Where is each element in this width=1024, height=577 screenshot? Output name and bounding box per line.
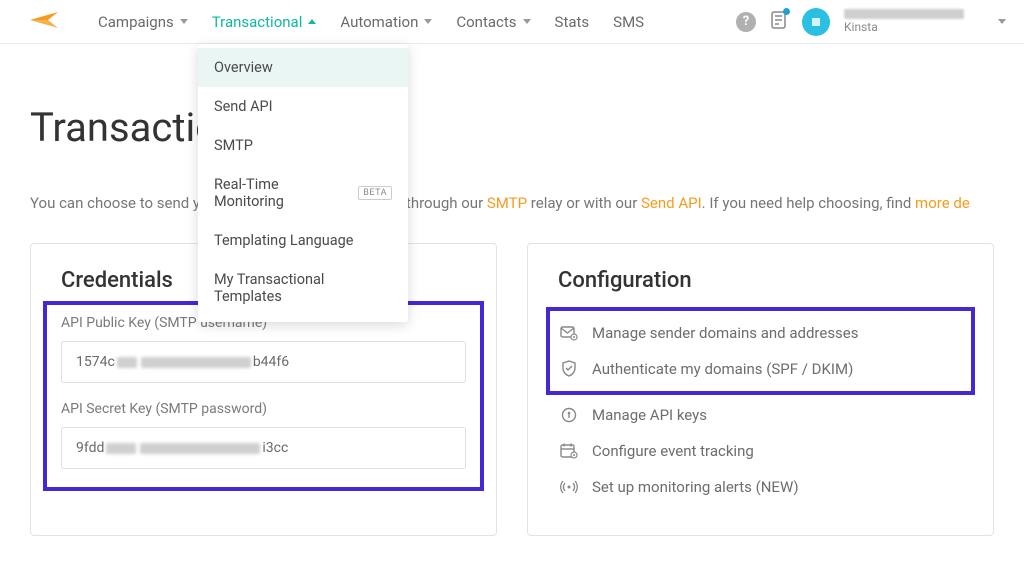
intro-text: relay or with our bbox=[527, 194, 641, 212]
config-label: Set up monitoring alerts (NEW) bbox=[592, 478, 799, 496]
dropdown-item-overview[interactable]: Overview bbox=[198, 48, 408, 87]
configuration-card: Configuration Manage sender domains and … bbox=[527, 243, 994, 536]
help-icon[interactable]: ? bbox=[736, 12, 756, 32]
notifications-icon[interactable] bbox=[770, 10, 788, 34]
page-content: Transactional You can choose to send you… bbox=[0, 44, 1024, 536]
account-menu[interactable]: Kinsta bbox=[844, 9, 964, 34]
nav-label: SMS bbox=[613, 13, 644, 31]
chevron-down-icon bbox=[180, 19, 188, 24]
primary-nav: Campaigns Transactional Automation Conta… bbox=[86, 0, 656, 44]
antenna-icon bbox=[560, 479, 578, 495]
key-suffix: b44f6 bbox=[253, 354, 289, 370]
config-item-auth[interactable]: Authenticate my domains (SPF / DKIM) bbox=[558, 351, 963, 387]
logo bbox=[30, 9, 64, 35]
intro-text: . If you need help choosing, find bbox=[702, 194, 915, 212]
key-prefix: 9fdd bbox=[76, 440, 104, 456]
key-icon bbox=[560, 407, 578, 423]
config-list: Manage sender domains and addresses Auth… bbox=[558, 315, 963, 505]
config-item-domains[interactable]: Manage sender domains and addresses bbox=[558, 315, 963, 351]
dropdown-item-realtime[interactable]: Real-Time Monitoring BETA bbox=[198, 165, 408, 221]
redacted-segment bbox=[117, 357, 137, 368]
dropdown-label: Real-Time Monitoring bbox=[214, 176, 350, 210]
account-name-redacted bbox=[844, 9, 964, 19]
config-item-alerts[interactable]: Set up monitoring alerts (NEW) bbox=[558, 469, 963, 505]
shield-check-icon bbox=[560, 360, 578, 378]
account-org: Kinsta bbox=[844, 21, 964, 34]
topbar-right: ? Kinsta bbox=[736, 8, 1006, 36]
nav-label: Stats bbox=[555, 13, 590, 31]
config-label: Manage API keys bbox=[592, 406, 707, 424]
mail-cog-icon bbox=[560, 325, 578, 341]
dropdown-item-smtp[interactable]: SMTP bbox=[198, 126, 408, 165]
cards-row: Credentials API Public Key (SMTP usernam… bbox=[30, 243, 994, 536]
transactional-dropdown: Overview Send API SMTP Real-Time Monitor… bbox=[198, 44, 408, 322]
key-suffix: i3cc bbox=[262, 440, 288, 456]
config-label: Authenticate my domains (SPF / DKIM) bbox=[592, 360, 853, 378]
nav-label: Contacts bbox=[456, 13, 516, 31]
avatar[interactable] bbox=[802, 8, 830, 36]
secret-key-field[interactable]: 9fdd i3cc bbox=[61, 427, 466, 469]
send-api-link[interactable]: Send API bbox=[641, 194, 702, 212]
dropdown-item-send-api[interactable]: Send API bbox=[198, 87, 408, 126]
config-label: Manage sender domains and addresses bbox=[592, 324, 859, 342]
topbar: Campaigns Transactional Automation Conta… bbox=[0, 0, 1024, 44]
notification-dot-icon bbox=[783, 8, 790, 15]
chevron-down-icon bbox=[523, 19, 531, 24]
chevron-down-icon[interactable] bbox=[998, 19, 1006, 24]
page-title: Transactional bbox=[30, 104, 994, 151]
dropdown-item-templates[interactable]: My Transactional Templates bbox=[198, 260, 408, 316]
smtp-link[interactable]: SMTP bbox=[487, 194, 527, 212]
secret-key-label: API Secret Key (SMTP password) bbox=[61, 401, 466, 417]
chevron-up-icon bbox=[308, 19, 316, 24]
dropdown-label: Send API bbox=[214, 98, 273, 115]
chevron-down-icon bbox=[424, 19, 432, 24]
nav-label: Automation bbox=[340, 13, 418, 31]
credentials-highlight: API Public Key (SMTP username) 1574c b44… bbox=[47, 305, 480, 487]
redacted-segment bbox=[106, 443, 136, 454]
calendar-cog-icon bbox=[560, 443, 578, 459]
config-item-tracking[interactable]: Configure event tracking bbox=[558, 433, 963, 469]
nav-automation[interactable]: Automation bbox=[328, 0, 444, 44]
dropdown-label: SMTP bbox=[214, 137, 253, 154]
nav-sms[interactable]: SMS bbox=[601, 0, 656, 44]
nav-campaigns[interactable]: Campaigns bbox=[86, 0, 200, 44]
configuration-title: Configuration bbox=[558, 268, 963, 293]
nav-label: Transactional bbox=[212, 13, 303, 31]
beta-badge: BETA bbox=[358, 186, 392, 200]
redacted-segment bbox=[140, 443, 260, 454]
config-highlight: Manage sender domains and addresses Auth… bbox=[550, 311, 971, 391]
page-intro: You can choose to send your transactiona… bbox=[30, 191, 994, 215]
nav-label: Campaigns bbox=[98, 13, 174, 31]
more-details-link[interactable]: more de bbox=[915, 194, 970, 212]
dropdown-label: My Transactional Templates bbox=[214, 271, 392, 305]
nav-stats[interactable]: Stats bbox=[543, 0, 602, 44]
dropdown-item-templating[interactable]: Templating Language bbox=[198, 221, 408, 260]
dropdown-label: Overview bbox=[214, 59, 273, 76]
dropdown-label: Templating Language bbox=[214, 232, 354, 249]
public-key-field[interactable]: 1574c b44f6 bbox=[61, 341, 466, 383]
config-item-api-keys[interactable]: Manage API keys bbox=[558, 397, 963, 433]
redacted-segment bbox=[141, 357, 251, 368]
nav-transactional[interactable]: Transactional bbox=[200, 0, 329, 44]
nav-contacts[interactable]: Contacts bbox=[444, 0, 542, 44]
config-label: Configure event tracking bbox=[592, 442, 754, 460]
key-prefix: 1574c bbox=[76, 354, 115, 370]
